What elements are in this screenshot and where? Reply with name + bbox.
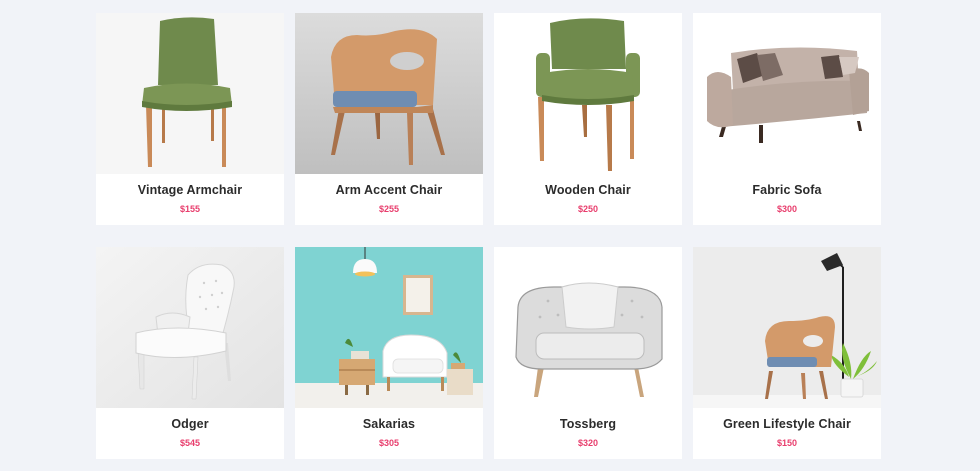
product-name[interactable]: Vintage Armchair — [138, 183, 242, 197]
product-price: $305 — [378, 438, 400, 448]
product-info: Arm Accent Chair $255 — [295, 174, 483, 225]
product-info: Wooden Chair $250 — [494, 174, 682, 225]
product-card[interactable]: Odger $545 — [96, 247, 284, 459]
product-card[interactable]: Sakarias $305 — [295, 247, 483, 459]
product-info: Tossberg $320 — [494, 408, 682, 459]
living-room-scene-image[interactable] — [295, 247, 483, 408]
product-name[interactable]: Tossberg — [560, 417, 616, 431]
product-price: $320 — [577, 438, 599, 448]
product-info: Odger $545 — [96, 408, 284, 459]
green-armchair-image[interactable] — [96, 13, 284, 174]
product-price: $545 — [179, 438, 201, 448]
product-info: Fabric Sofa $300 — [693, 174, 881, 225]
product-price: $250 — [577, 204, 599, 214]
product-price: $155 — [179, 204, 201, 214]
product-card[interactable]: Arm Accent Chair $255 — [295, 13, 483, 225]
product-price: $255 — [378, 204, 400, 214]
product-info: Vintage Armchair $155 — [96, 174, 284, 225]
grey-tufted-armchair-image[interactable] — [494, 247, 682, 408]
lifestyle-chair-lamp-image[interactable] — [693, 247, 881, 408]
product-card[interactable]: Wooden Chair $250 — [494, 13, 682, 225]
wooden-accent-chair-image[interactable] — [295, 13, 483, 174]
product-info: Sakarias $305 — [295, 408, 483, 459]
product-name[interactable]: Wooden Chair — [545, 183, 631, 197]
product-card[interactable]: Green Lifestyle Chair $150 — [693, 247, 881, 459]
product-name[interactable]: Odger — [171, 417, 208, 431]
product-price: $150 — [776, 438, 798, 448]
fabric-sofa-image[interactable] — [693, 13, 881, 174]
product-name[interactable]: Fabric Sofa — [752, 183, 821, 197]
product-name[interactable]: Arm Accent Chair — [336, 183, 443, 197]
white-tufted-chair-image[interactable] — [96, 247, 284, 408]
product-info: Green Lifestyle Chair $150 — [693, 408, 881, 459]
product-grid: Vintage Armchair $155 Arm Accent Chair $… — [96, 13, 881, 459]
green-wooden-chair-image[interactable] — [494, 13, 682, 174]
product-name[interactable]: Sakarias — [363, 417, 415, 431]
product-card[interactable]: Vintage Armchair $155 — [96, 13, 284, 225]
product-price: $300 — [776, 204, 798, 214]
product-card[interactable]: Fabric Sofa $300 — [693, 13, 881, 225]
product-card[interactable]: Tossberg $320 — [494, 247, 682, 459]
product-name[interactable]: Green Lifestyle Chair — [723, 417, 851, 431]
